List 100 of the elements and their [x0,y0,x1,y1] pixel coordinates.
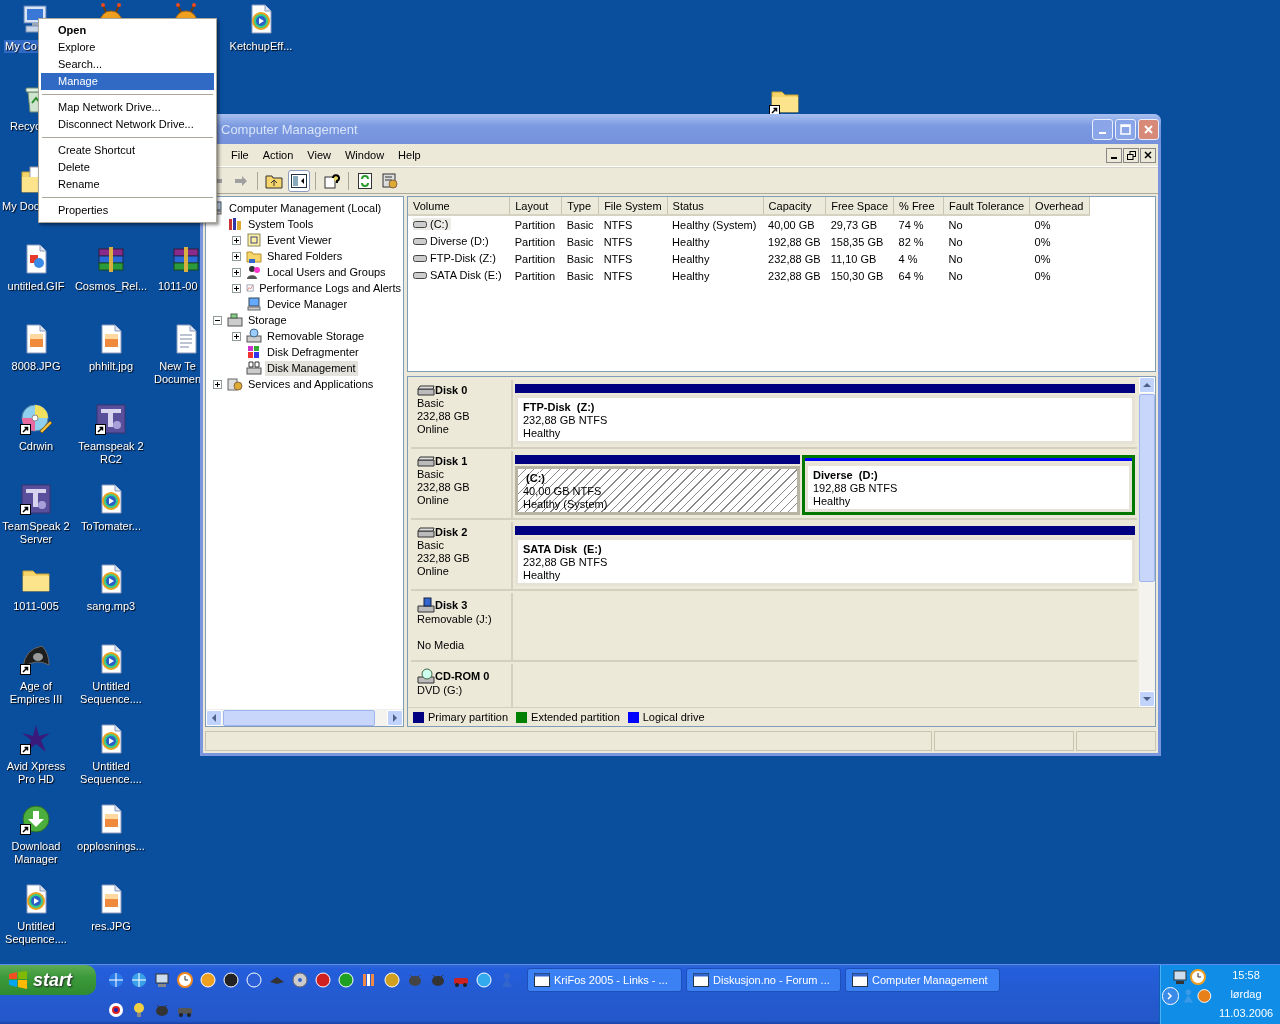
tree-toggle-button[interactable] [288,169,310,192]
partition[interactable]: FTP-Disk (Z:) 232,88 GB NTFS Healthy [515,395,1135,444]
tree-item[interactable]: Computer Management (Local) [227,200,384,216]
expand-icon[interactable] [232,235,241,245]
tree-item[interactable]: Performance Logs and Alerts [257,280,403,296]
expand-icon[interactable] [213,379,222,389]
column-header[interactable]: Free Space [825,197,894,215]
clock-day[interactable]: lørdag [1230,985,1262,1004]
column-header[interactable]: Type [561,197,599,215]
close-button[interactable] [1140,147,1156,163]
tile-icon[interactable] [20,483,52,515]
tree-item[interactable]: Shared Folders [265,248,345,264]
icon-label[interactable]: Untitled Sequence.... [73,680,149,706]
tree-item[interactable]: Disk Management [265,360,358,376]
tree-item[interactable]: Removable Storage [265,328,367,344]
bulb-icon[interactable] [131,1001,147,1018]
taskbar-button[interactable]: Computer Management [845,968,1000,992]
icon-label[interactable]: phhilt.jpg [87,360,134,373]
column-header[interactable]: % Free [893,197,944,215]
taskbar-button[interactable]: Diskusjon.no - Forum ... [686,968,841,992]
menu-item[interactable]: Action [255,146,301,164]
partition[interactable]: Diverse (D:) 192,88 GB NTFS Healthy [804,463,1132,512]
restore-button[interactable] [1123,147,1139,163]
icon-label[interactable]: Download Manager [0,840,74,866]
taskbar-button[interactable]: KriFos 2005 - Links - ... [527,968,682,992]
tree-item[interactable]: Local Users and Groups [265,264,388,280]
menu-item[interactable]: Explore [41,39,214,56]
tree-item[interactable]: Services and Applications [246,376,376,392]
menu-item[interactable]: Open [41,22,214,39]
icon-label[interactable]: New Te Documen [153,360,203,386]
bars-icon[interactable] [361,972,377,988]
menu-item[interactable]: Rename [41,176,214,193]
column-header[interactable]: Fault Tolerance [943,197,1030,215]
round-icon[interactable] [476,972,492,988]
globe-icon[interactable] [108,972,124,988]
partition[interactable]: SATA Disk (E:) 232,88 GB NTFS Healthy [515,537,1135,586]
scroll-down-button[interactable] [1139,691,1155,707]
table-cell[interactable]: Diverse (D:) [430,235,489,248]
scroll-up-button[interactable] [1139,377,1155,393]
minimize-button[interactable] [1106,147,1122,163]
icon-label[interactable]: ToTomater... [80,520,142,533]
menu-item[interactable]: Search... [41,56,214,73]
column-header[interactable]: Capacity [763,197,826,215]
icon-label[interactable]: 1011-00 [157,280,199,293]
menu-item[interactable]: Create Shortcut [41,142,214,159]
table-cell[interactable]: SATA Disk (E:) [430,269,502,282]
expand-icon[interactable] [232,283,241,293]
menu-item[interactable]: Map Network Drive... [41,99,214,116]
icon-label[interactable]: KetchupEff... [228,40,294,53]
round-icon[interactable] [384,972,400,988]
icon-label[interactable]: opplosnings... [76,840,146,853]
scroll-right-button[interactable] [387,710,403,726]
icon-label[interactable]: untitled.GIF [6,280,66,293]
expand-icon[interactable] [232,251,241,261]
clock-time[interactable]: 15:58 [1232,966,1260,985]
expand-icon[interactable] [232,331,241,341]
round-icon[interactable] [200,972,216,988]
round-icon[interactable] [338,972,354,988]
start-button[interactable]: start [0,965,96,995]
menu-item[interactable]: Properties [41,202,214,219]
icon-label[interactable]: My Co [4,40,38,53]
icon-label[interactable]: Untitled Sequence.... [73,760,149,786]
icon-label[interactable]: sang.mp3 [85,600,137,613]
icon-label[interactable]: Avid Xpress Pro HD [0,760,74,786]
round-icon[interactable] [223,972,239,988]
icon-label[interactable]: Age of Empires III [0,680,74,706]
table-cell[interactable]: FTP-Disk (Z:) [430,252,496,265]
menu-item[interactable]: Window [337,146,392,164]
collapse-icon[interactable] [213,315,222,325]
tree-item[interactable]: System Tools [246,216,316,232]
menu-item[interactable]: Delete [41,159,214,176]
menu-item[interactable]: Manage [41,73,214,90]
tree-item[interactable]: Device Manager [265,296,350,312]
tree-item[interactable]: Storage [246,312,289,328]
menu-item[interactable]: Disconnect Network Drive... [41,116,214,133]
icon-label[interactable]: My Doc [1,200,41,213]
clock-date[interactable]: 11.03.2006 [1218,1004,1274,1023]
computer-icon[interactable] [1172,969,1188,985]
tile-icon[interactable] [95,403,127,435]
column-header[interactable]: File System [598,197,668,215]
tree-item[interactable]: Disk Defragmenter [265,344,361,360]
icon-label[interactable]: 1011-005 [12,600,60,613]
scrollbar-thumb[interactable] [1139,394,1155,582]
icon-label[interactable]: TeamSpeak 2 Server [0,520,74,546]
computer-icon[interactable] [154,972,170,988]
column-header[interactable]: Volume [408,197,510,215]
clock-icon[interactable] [1190,969,1206,985]
column-header[interactable]: Overhead [1029,197,1090,215]
menu-item[interactable]: View [300,146,338,164]
menu-item[interactable]: Help [391,146,428,164]
partition[interactable]: (C:) 40,00 GB NTFS Healthy (System) [515,466,800,515]
icon-label[interactable]: Cosmos_Rel... [73,280,149,293]
icon-label[interactable]: 8008.JPG [10,360,62,373]
globe-icon[interactable] [131,972,147,988]
target-icon[interactable] [108,1001,124,1018]
expand-icon[interactable] [232,267,241,277]
scrollbar-thumb[interactable] [223,710,375,726]
clock-icon[interactable] [177,972,193,988]
icon-label[interactable]: Cdrwin [17,440,55,453]
column-header[interactable]: Layout [509,197,562,215]
